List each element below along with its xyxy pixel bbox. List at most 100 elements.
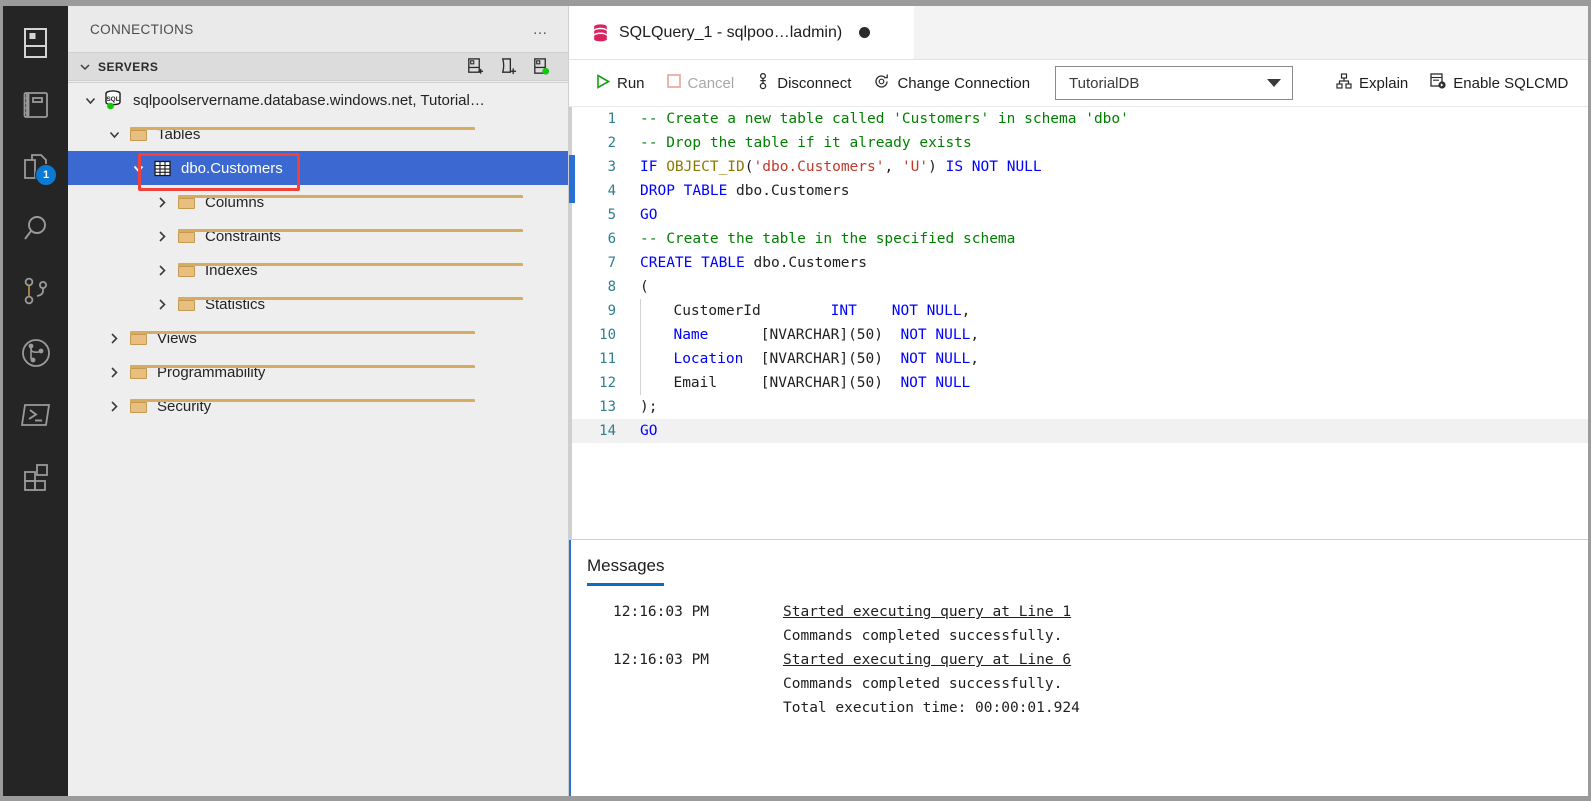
code-text: GO [640,207,658,223]
editor-tab-bar: SQLQuery_1 - sqlpoo…ladmin) [569,6,1588,60]
query-toolbar: Run Cancel Disconnect Change Connection … [569,60,1588,107]
disconnect-button[interactable]: Disconnect [745,68,862,98]
query-file-icon [593,23,608,42]
line-number: 8 [607,279,616,295]
active-connections-icon[interactable] [531,57,550,76]
database-dropdown-value: TutorialDB [1069,74,1140,92]
activity-bar: 1 [3,6,68,796]
message-link[interactable]: Started executing query at Line 1 [783,600,1071,624]
git-graph-icon[interactable] [3,322,68,384]
chevron-down-icon [1267,79,1282,87]
tree-item-indexes[interactable]: Indexes [68,253,568,287]
search-icon[interactable] [3,198,68,260]
line-number: 7 [607,255,616,271]
line-number: 3 [607,159,616,175]
tree-item-programmability[interactable]: Programmability [68,355,568,389]
code-text: ); [640,399,658,415]
tree-item-server[interactable]: SQL sqlpoolservername.database.windows.n… [68,82,568,117]
code-lines: 1 -- Create a new table called 'Customers… [569,107,1588,443]
tab-dirty-indicator [859,27,871,38]
folder-icon [174,297,523,311]
code-line: 3 IF OBJECT_ID('dbo.Customers', 'U') IS N… [569,155,1588,179]
code-text: Email [NVARCHAR](50) NOT NULL [640,371,970,395]
messages-panel: Messages 12:16:03 PM Started executing qu… [569,539,1588,796]
tree-item-views[interactable]: Views [68,321,568,355]
message-row: Commands completed successfully. [613,624,1588,648]
tab-sqlquery-1[interactable]: SQLQuery_1 - sqlpoo…ladmin) [569,6,914,59]
servers-section-header[interactable]: SERVERS [68,52,568,81]
code-line: 13); [569,395,1588,419]
app-window: 1 CONNECTIONS … SERVERS SQL sqlpoolserve… [3,6,1588,796]
terminal-icon[interactable] [3,384,68,446]
message-text: Commands completed successfully. [783,676,1063,692]
explorer-icon[interactable]: 1 [3,136,68,198]
line-number: 5 [607,207,616,223]
editor-area: SQLQuery_1 - sqlpoo…ladmin) Run Cancel D… [569,6,1588,796]
tab-messages[interactable]: Messages [587,556,665,586]
chevron-right-icon[interactable] [102,331,126,346]
code-line: 2 -- Drop the table if it already exists [569,131,1588,155]
explorer-badge: 1 [35,164,57,186]
tree-item-security[interactable]: Security [68,389,568,423]
change-connection-button[interactable]: Change Connection [862,68,1041,98]
enable-sqlcmd-label: Enable SQLCMD [1453,74,1569,92]
notebooks-icon[interactable] [3,74,68,136]
chevron-right-icon[interactable] [150,297,174,312]
message-row: 12:16:03 PM Started executing query at Li… [613,648,1588,672]
chevron-right-icon[interactable] [102,365,126,380]
messages-tabs: Messages [569,540,1588,586]
chevron-right-icon[interactable] [150,263,174,278]
connections-icon[interactable] [3,12,68,74]
chevron-right-icon[interactable] [150,229,174,244]
tree-item-label: sqlpoolservername.database.windows.net, … [133,91,485,109]
code-text: DROP TABLE dbo.Customers [640,183,850,199]
line-number: 6 [607,231,616,247]
chevron-down-icon [78,60,92,74]
code-text: ( [640,279,649,295]
folder-icon [126,365,475,379]
folder-icon [174,263,523,277]
tree-item-constraints[interactable]: Constraints [68,219,568,253]
code-text: CREATE TABLE dbo.Customers [640,255,867,271]
chevron-right-icon[interactable] [150,195,174,210]
chevron-down-icon[interactable] [78,93,102,108]
code-text: -- Create a new table called 'Customers'… [640,111,1129,127]
chevron-down-icon[interactable] [102,127,126,142]
line-number: 4 [607,183,616,199]
database-dropdown[interactable]: TutorialDB [1055,66,1294,100]
cancel-label: Cancel [687,74,735,92]
folder-icon [126,331,475,345]
extensions-icon[interactable] [3,446,68,508]
messages-list: 12:16:03 PM Started executing query at Li… [569,586,1588,720]
chevron-right-icon[interactable] [102,399,126,414]
sidebar-title-label: CONNECTIONS [90,21,194,37]
code-line: 5 GO [569,203,1588,227]
sidebar-more-actions-icon[interactable]: … [533,21,551,38]
message-link[interactable]: Started executing query at Line 6 [783,648,1071,672]
cancel-button[interactable]: Cancel [656,68,746,98]
new-connection-icon[interactable] [465,57,484,76]
explain-button[interactable]: Explain [1325,68,1419,98]
code-text: -- Create the table in the specified sch… [640,231,1016,247]
new-server-group-icon[interactable] [498,57,517,76]
sql-code-editor[interactable]: 1 -- Create a new table called 'Customers… [569,107,1588,539]
tree-item-tables[interactable]: Tables [68,117,568,151]
tab-title: SQLQuery_1 - sqlpoo…ladmin) [619,23,843,41]
tree-item-columns[interactable]: Columns [68,185,568,219]
enable-sqlcmd-button[interactable]: Enable SQLCMD [1419,68,1579,98]
folder-icon [126,127,475,141]
code-line: 4 DROP TABLE dbo.Customers [569,179,1588,203]
code-text: Location [NVARCHAR](50) NOT NULL, [640,347,979,371]
message-row: 12:16:03 PM Started executing query at Li… [613,600,1588,624]
run-button[interactable]: Run [585,68,656,98]
source-control-icon[interactable] [3,260,68,322]
code-line: 9 CustomerId INT NOT NULL, [569,299,1588,323]
code-line: 8( [569,275,1588,299]
line-number: 11 [599,351,616,367]
code-line: 1 -- Create a new table called 'Customers… [569,107,1588,131]
tree-item-statistics[interactable]: Statistics [68,287,568,321]
sidebar-header: CONNECTIONS … [68,6,568,52]
tree-item-dbo-customers[interactable]: dbo.Customers [68,151,568,185]
code-text: CustomerId INT NOT NULL, [640,299,970,323]
chevron-down-icon[interactable] [126,161,150,176]
